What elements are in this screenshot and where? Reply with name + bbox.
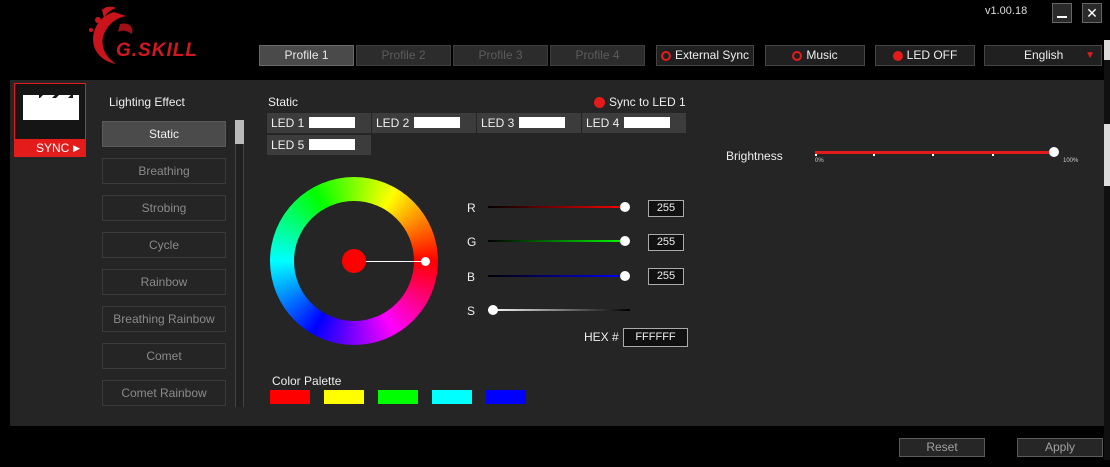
led-3-button[interactable]: LED 3 xyxy=(477,113,581,133)
right-scrollbar-thumb-2 xyxy=(1104,124,1110,186)
minimize-icon xyxy=(1057,16,1067,18)
led-1-button[interactable]: LED 1 xyxy=(267,113,371,133)
brightness-label: Brightness xyxy=(726,149,783,163)
logo-text: G.SKILL xyxy=(116,40,198,61)
version-label: v1.00.18 xyxy=(985,5,1028,17)
g-slider-handle[interactable] xyxy=(620,236,630,246)
effects-scrollbar-thumb[interactable] xyxy=(235,120,244,144)
b-label: B xyxy=(467,270,476,284)
s-slider-track[interactable] xyxy=(488,309,630,311)
reset-button[interactable]: Reset xyxy=(899,438,985,457)
hex-label: HEX # xyxy=(584,330,619,344)
brightness-slider-track[interactable] xyxy=(815,151,1055,154)
r-slider-track[interactable] xyxy=(488,206,626,208)
language-value: English xyxy=(1024,48,1064,62)
tab-profile-4[interactable]: Profile 4 xyxy=(550,45,645,66)
minimize-button[interactable] xyxy=(1052,3,1072,23)
b-slider-track[interactable] xyxy=(488,275,626,277)
color-palette-title: Color Palette xyxy=(272,374,342,388)
sync-button[interactable]: SYNC ▶ xyxy=(14,139,86,157)
sync-label: SYNC xyxy=(36,141,70,155)
language-select[interactable]: English ▼ xyxy=(984,45,1102,66)
s-slider-handle[interactable] xyxy=(488,305,498,315)
led-5-button[interactable]: LED 5 xyxy=(267,135,371,155)
effect-cycle[interactable]: Cycle xyxy=(102,232,226,258)
g-value-field[interactable]: 255 xyxy=(648,234,684,251)
chevron-down-icon: ▼ xyxy=(1085,50,1095,61)
play-icon: ▶ xyxy=(73,143,80,153)
r-value-field[interactable]: 255 xyxy=(648,200,684,217)
palette-swatch-cyan[interactable] xyxy=(432,390,472,404)
b-slider-handle[interactable] xyxy=(620,271,630,281)
effect-breathing-rainbow[interactable]: Breathing Rainbow xyxy=(102,306,226,332)
brightness-max-label: 100% xyxy=(1063,158,1079,164)
color-wheel[interactable] xyxy=(270,177,438,345)
tab-profile-3[interactable]: Profile 3 xyxy=(453,45,548,66)
close-button[interactable]: ✕ xyxy=(1082,3,1102,23)
brightness-tick-3 xyxy=(932,154,934,156)
effect-breathing[interactable]: Breathing xyxy=(102,158,226,184)
hex-input[interactable]: FFFFFF xyxy=(623,328,688,347)
s-label: S xyxy=(467,304,476,318)
r-slider-handle[interactable] xyxy=(620,202,630,212)
close-icon: ✕ xyxy=(1086,5,1098,21)
external-sync-button[interactable]: External Sync xyxy=(656,45,754,66)
led-3-label: LED 3 xyxy=(481,116,515,130)
led-1-swatch xyxy=(309,117,355,128)
music-radio-icon xyxy=(792,50,803,61)
led-5-label: LED 5 xyxy=(271,138,305,152)
external-sync-radio-icon xyxy=(660,50,671,61)
led-3-swatch xyxy=(519,117,565,128)
effect-comet-rainbow[interactable]: Comet Rainbow xyxy=(102,380,226,406)
brightness-slider-handle[interactable] xyxy=(1049,147,1059,157)
r-label: R xyxy=(467,201,476,215)
brightness-tick-2 xyxy=(873,154,875,156)
right-scrollbar-thumb[interactable] xyxy=(1104,40,1110,60)
led-4-button[interactable]: LED 4 xyxy=(582,113,686,133)
static-section-title: Static xyxy=(268,95,299,109)
effect-static[interactable]: Static xyxy=(102,121,226,147)
effect-rainbow[interactable]: Rainbow xyxy=(102,269,226,295)
g-label: G xyxy=(467,235,477,249)
brightness-tick-4 xyxy=(992,154,994,156)
led-5-swatch xyxy=(309,139,355,150)
led-2-button[interactable]: LED 2 xyxy=(372,113,476,133)
effect-comet[interactable]: Comet xyxy=(102,343,226,369)
palette-swatch-green[interactable] xyxy=(378,390,418,404)
led-4-swatch xyxy=(624,117,670,128)
selected-color-dot xyxy=(342,249,366,273)
tab-profile-2[interactable]: Profile 2 xyxy=(356,45,451,66)
led-2-label: LED 2 xyxy=(376,116,410,130)
b-value-field[interactable]: 255 xyxy=(648,268,684,285)
led-4-label: LED 4 xyxy=(586,116,620,130)
led-1-label: LED 1 xyxy=(271,116,305,130)
led-2-swatch xyxy=(414,117,460,128)
apply-button[interactable]: Apply xyxy=(1017,438,1103,457)
music-button[interactable]: Music xyxy=(765,45,865,66)
color-wheel-handle[interactable] xyxy=(421,257,430,266)
sync-to-led-option[interactable]: Sync to LED 1 xyxy=(594,95,686,109)
led-off-label: LED OFF xyxy=(906,48,958,62)
ram-module-icon xyxy=(23,95,79,120)
effects-scrollbar[interactable] xyxy=(235,120,244,407)
g-slider-track[interactable] xyxy=(488,240,626,242)
lighting-effect-title: Lighting Effect xyxy=(109,95,185,109)
music-label: Music xyxy=(806,48,838,62)
led-off-radio-icon xyxy=(892,50,903,61)
palette-swatch-yellow[interactable] xyxy=(324,390,364,404)
led-off-button[interactable]: LED OFF xyxy=(875,45,975,66)
brightness-min-label: 0% xyxy=(815,158,824,164)
right-scrollbar[interactable] xyxy=(1104,40,1110,460)
palette-swatch-blue[interactable] xyxy=(486,390,526,404)
effect-strobing[interactable]: Strobing xyxy=(102,195,226,221)
sync-to-led-label: Sync to LED 1 xyxy=(609,95,686,109)
tab-profile-1[interactable]: Profile 1 xyxy=(259,45,354,66)
palette-swatch-red[interactable] xyxy=(270,390,310,404)
sync-to-led-radio-icon xyxy=(594,96,605,108)
brightness-tick-1 xyxy=(815,154,817,156)
external-sync-label: External Sync xyxy=(674,48,750,62)
